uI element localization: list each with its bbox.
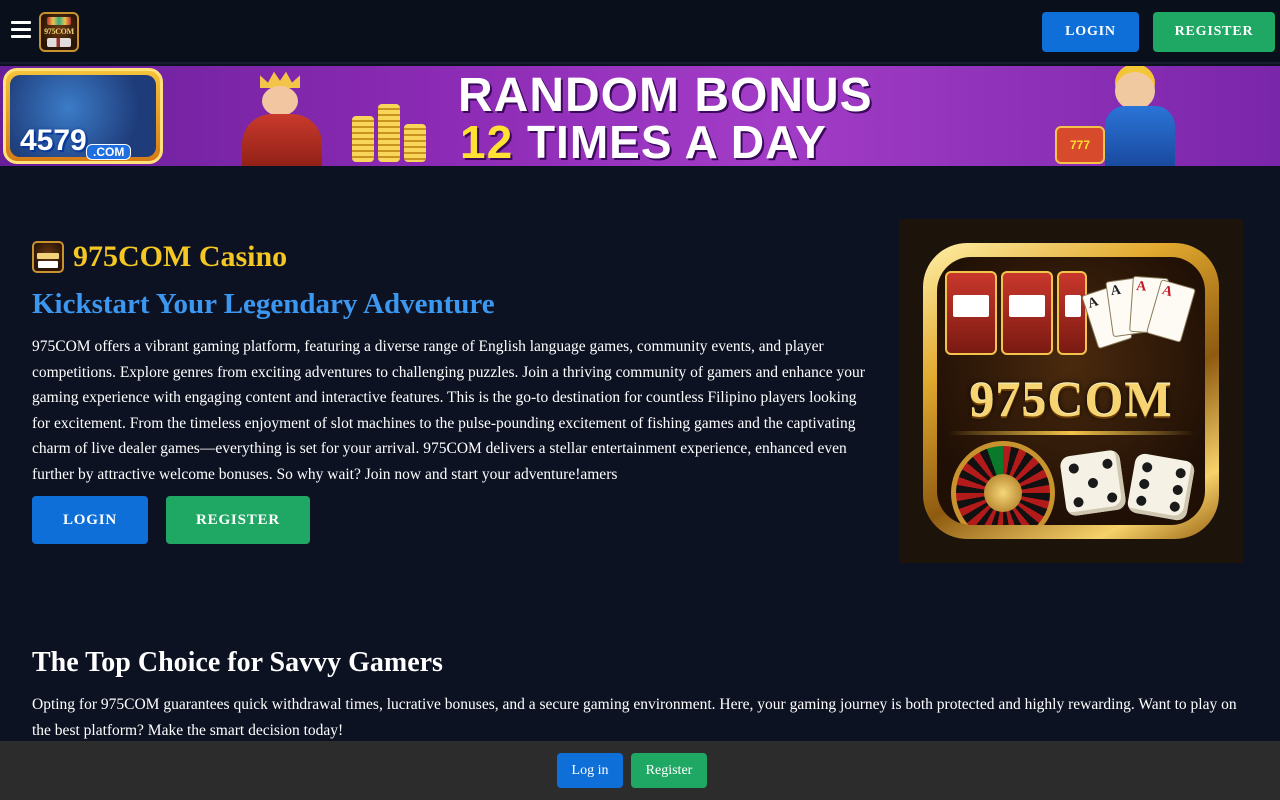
dice-icon bbox=[1126, 452, 1196, 522]
logo-crown-strip bbox=[47, 17, 71, 25]
site-logo[interactable]: 975COM bbox=[39, 12, 79, 52]
coin-stack-icon bbox=[404, 124, 426, 162]
bottom-register-button[interactable]: Register bbox=[631, 753, 707, 788]
hero-login-button[interactable]: LOGIN bbox=[32, 496, 148, 544]
banner-mascot-illustration: 777 bbox=[1045, 66, 1220, 166]
page-title: 975COM Casino bbox=[73, 240, 288, 273]
section-description: Opting for 975COM guarantees quick withd… bbox=[32, 696, 1237, 739]
slot-machine-icon bbox=[945, 271, 997, 355]
banner-headline-line1: RANDOM BONUS bbox=[458, 69, 873, 122]
slot-machine-icon bbox=[1001, 271, 1053, 355]
brand-logo-icon bbox=[32, 241, 64, 273]
header-register-button[interactable]: REGISTER bbox=[1153, 12, 1275, 52]
bottom-login-button[interactable]: Log in bbox=[557, 753, 623, 788]
banner-headline-rest: TIMES A DAY bbox=[513, 116, 827, 166]
casino-logo-frame: A A A A 975COM bbox=[923, 243, 1219, 539]
banner-headline-number: 12 bbox=[460, 116, 514, 166]
banner-headline-line2: 12 TIMES A DAY bbox=[460, 118, 920, 166]
banner-brand-suffix: .COM bbox=[86, 144, 132, 160]
coin-stack-icon bbox=[352, 116, 374, 162]
top-header: 975COM LOGIN REGISTER bbox=[0, 0, 1280, 64]
logo-dice-strip bbox=[47, 38, 71, 47]
banner-king-illustration bbox=[220, 70, 350, 166]
mini-slot-machine-icon: 777 bbox=[1055, 126, 1105, 164]
hero-description: 975COM offers a vibrant gaming platform,… bbox=[32, 338, 865, 483]
roulette-wheel-icon bbox=[951, 441, 1055, 525]
hero-title-row: 975COM Casino bbox=[32, 238, 287, 276]
sticky-bottom-bar: Log in Register bbox=[0, 741, 1280, 800]
promo-banner[interactable]: 4579 .COM RANDOM BONUS 12 TIMES A DAY 77… bbox=[0, 66, 1280, 166]
casino-logo-text: 975COM bbox=[969, 371, 1173, 427]
dice-icon bbox=[1059, 449, 1127, 517]
hero-casino-image: A A A A 975COM bbox=[899, 219, 1243, 563]
coin-stack-icon bbox=[378, 104, 400, 162]
hero-subtitle: Kickstart Your Legendary Adventure bbox=[32, 288, 495, 320]
banner-brand-text: 4579 bbox=[20, 124, 87, 157]
slot-machine-icon bbox=[1057, 271, 1087, 355]
logo-text: 975COM bbox=[44, 27, 74, 36]
header-login-button[interactable]: LOGIN bbox=[1042, 12, 1139, 52]
hamburger-menu-icon[interactable] bbox=[11, 21, 33, 41]
hero-register-button[interactable]: REGISTER bbox=[166, 496, 310, 544]
section-title: The Top Choice for Savvy Gamers bbox=[32, 647, 443, 678]
